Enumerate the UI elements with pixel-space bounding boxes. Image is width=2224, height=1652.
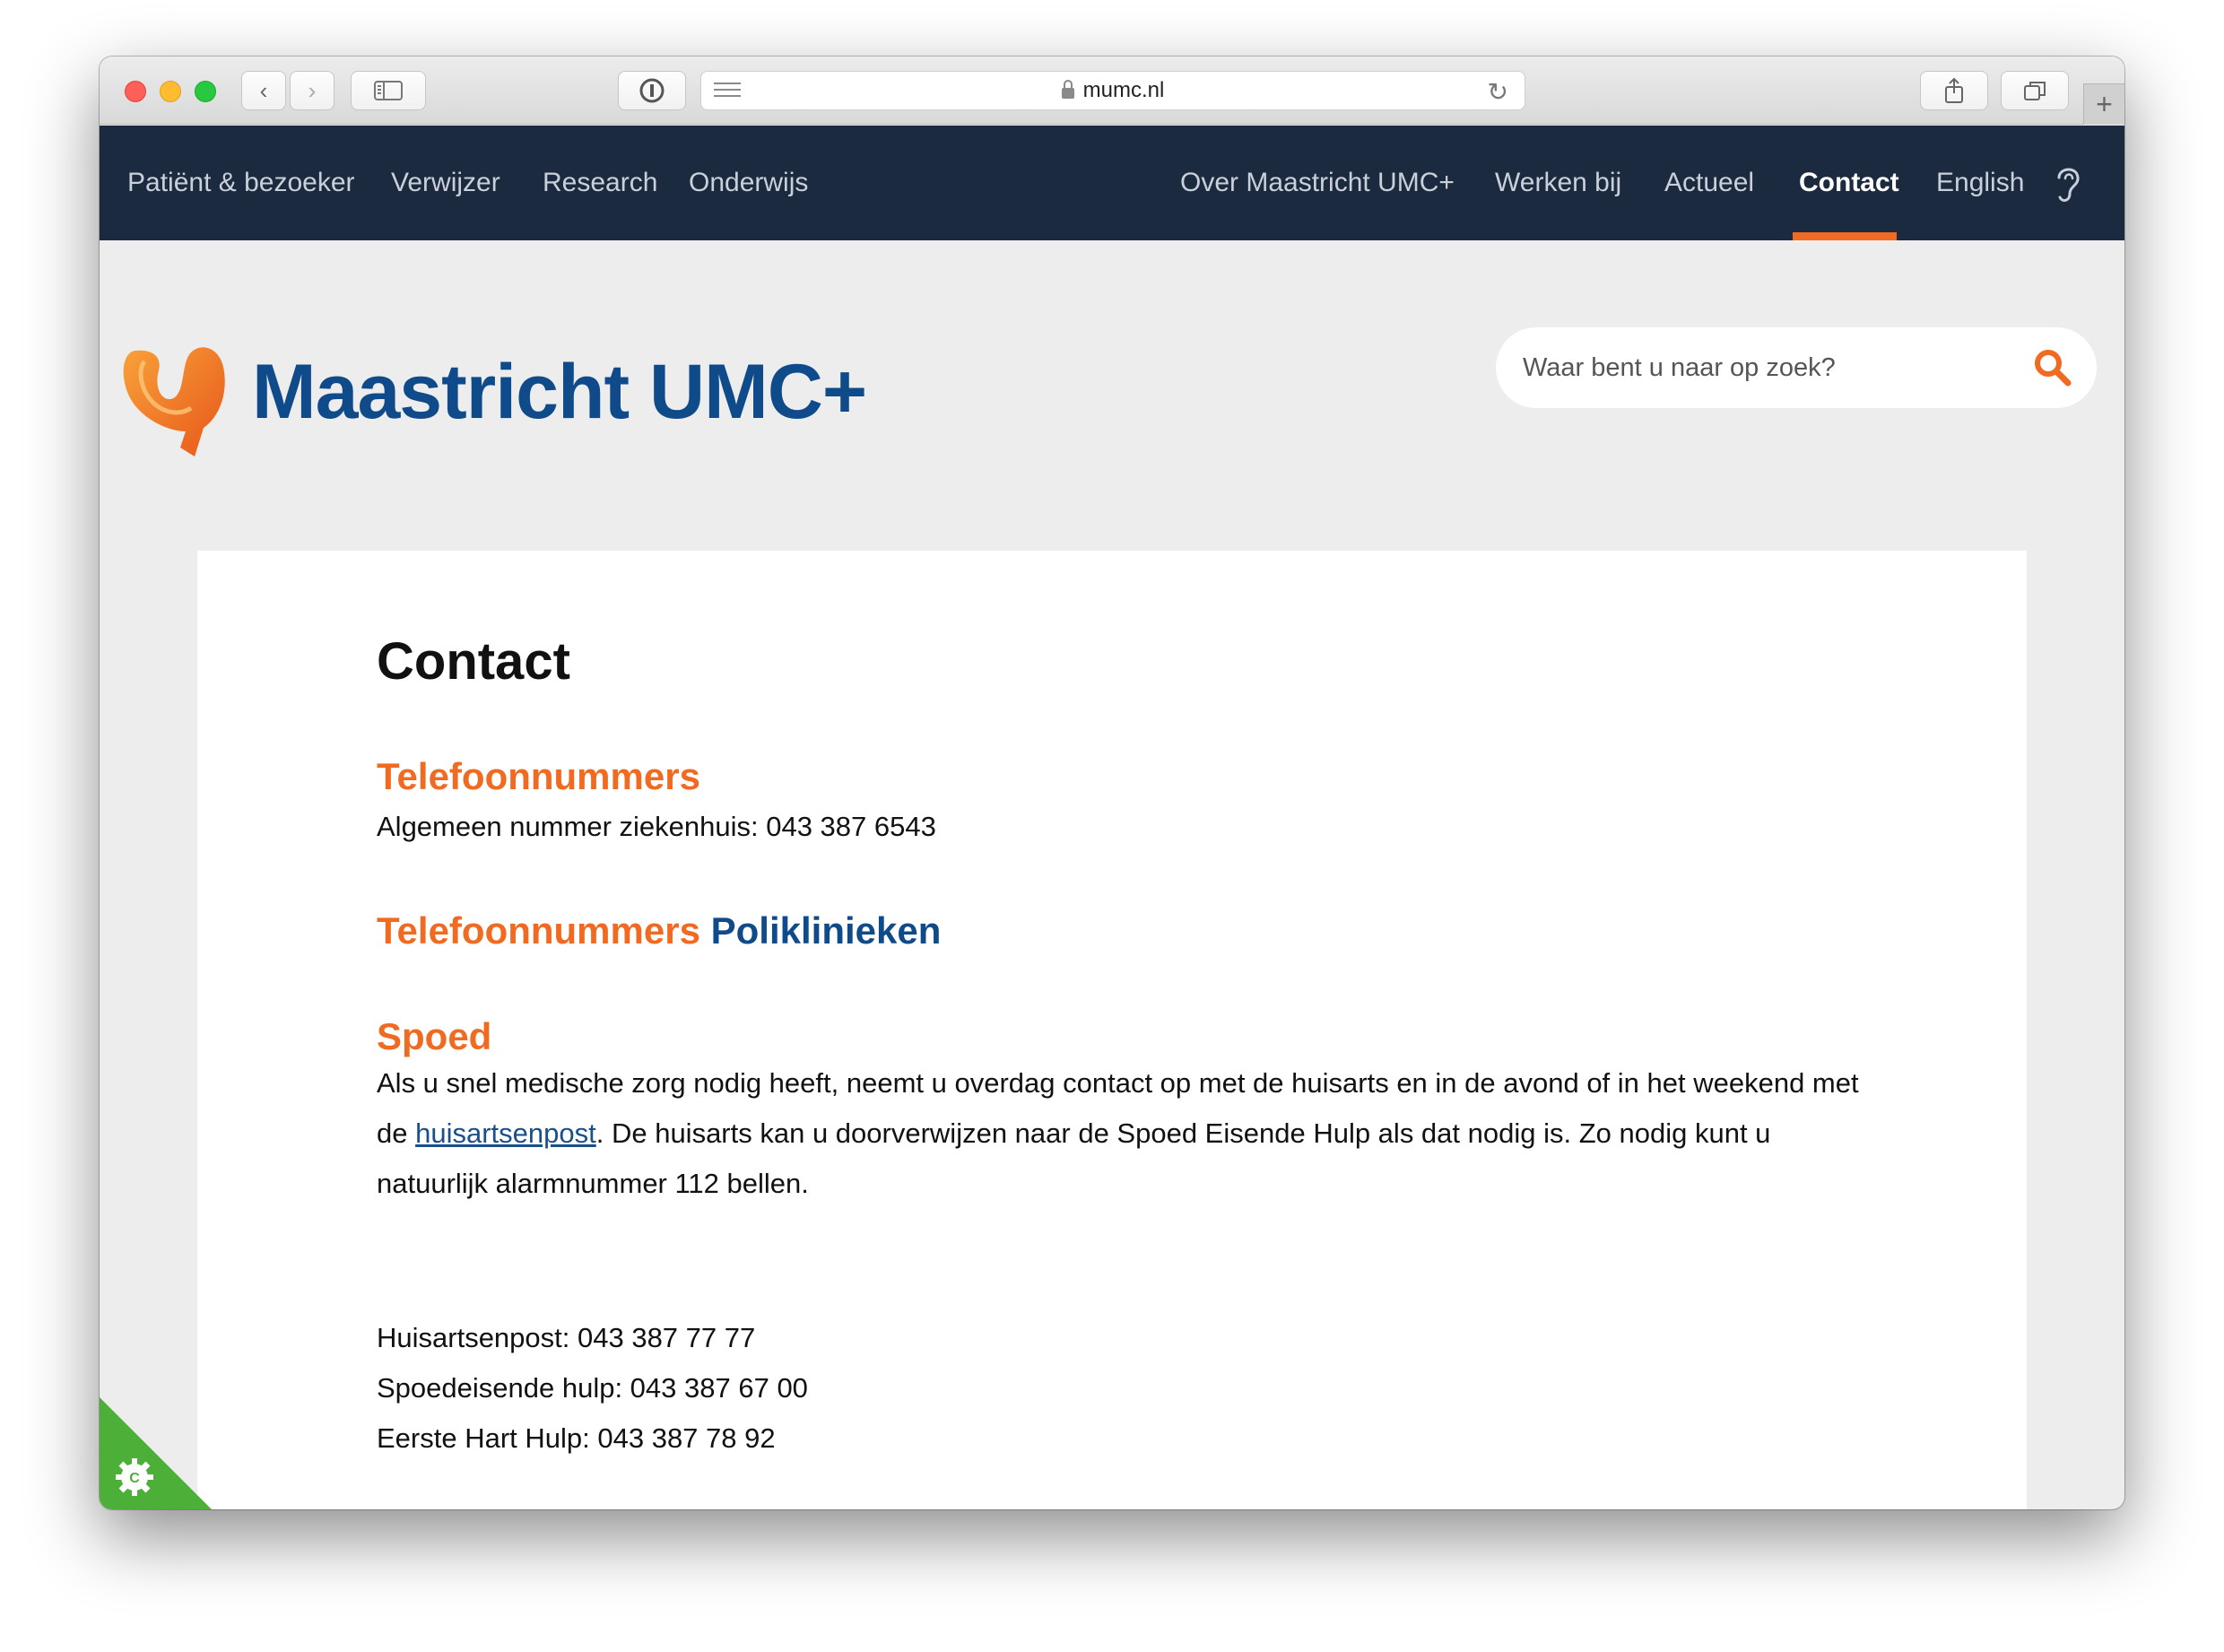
svg-text:C: C: [129, 1471, 140, 1486]
password-manager-icon: [639, 78, 665, 103]
search-icon[interactable]: [2032, 347, 2073, 388]
cookie-settings-button[interactable]: C: [100, 1397, 213, 1509]
nav-item-onderwijs[interactable]: Onderwijs: [689, 126, 808, 240]
chevron-right-icon: ›: [308, 76, 317, 104]
sidebar-icon: [374, 81, 403, 100]
browser-window: ‹ › mumc.nl ↻ + Patiënt & bezoeker Verwi…: [100, 57, 2124, 1509]
heading-spoed: Spoed: [377, 1015, 492, 1057]
site-navigation: Patiënt & bezoeker Verwijzer Research On…: [100, 126, 2124, 240]
nav-item-english[interactable]: English: [1936, 126, 2024, 240]
spoedeisende-hulp-number: Spoedeisende hulp: 043 387 67 00: [377, 1372, 808, 1404]
share-button[interactable]: [1920, 71, 1988, 110]
address-bar[interactable]: mumc.nl ↻: [700, 71, 1525, 110]
nav-item-over[interactable]: Over Maastricht UMC+: [1180, 126, 1455, 240]
heading-poliklinieken-orange: Telefoonnummers: [377, 909, 700, 952]
tab-overview-button[interactable]: [2001, 71, 2069, 110]
spoed-paragraph: Als u snel medische zorg nodig heeft, ne…: [377, 1058, 1883, 1209]
forward-button[interactable]: ›: [290, 71, 334, 110]
search-input[interactable]: Waar bent u naar op zoek?: [1496, 327, 2097, 408]
eerste-hart-hulp-number: Eerste Hart Hulp: 043 387 78 92: [377, 1422, 776, 1454]
content-card: Contact Telefoonnummers Algemeen nummer …: [197, 551, 2027, 1509]
lock-icon: [1061, 80, 1074, 99]
huisartsenpost-link[interactable]: huisartsenpost: [415, 1117, 596, 1149]
zoom-window-button[interactable]: [195, 81, 216, 102]
share-icon: [1945, 77, 1963, 103]
nav-item-patient[interactable]: Patiënt & bezoeker: [127, 126, 355, 240]
nav-item-actueel[interactable]: Actueel: [1664, 126, 1754, 240]
heading-poliklinieken: Telefoonnummers Poliklinieken: [377, 909, 941, 952]
logo-wordmark[interactable]: Maastricht UMC+: [252, 348, 867, 437]
new-tab-button[interactable]: +: [2083, 83, 2124, 125]
mumc-logo-icon[interactable]: [117, 335, 234, 460]
active-nav-indicator: [1793, 232, 1897, 240]
page-title: Contact: [377, 632, 570, 691]
poliklinieken-link[interactable]: Poliklinieken: [711, 909, 942, 952]
password-manager-button[interactable]: [618, 71, 686, 110]
reader-view-icon[interactable]: [714, 83, 741, 101]
nav-item-verwijzer[interactable]: Verwijzer: [391, 126, 500, 240]
reload-icon[interactable]: ↻: [1488, 77, 1508, 107]
back-button[interactable]: ‹: [241, 71, 286, 110]
nav-item-research[interactable]: Research: [543, 126, 657, 240]
cookie-gear-icon: C: [116, 1458, 153, 1496]
tabs-icon: [2024, 82, 2046, 100]
chevron-left-icon: ‹: [259, 76, 268, 104]
plus-icon: +: [2096, 88, 2113, 120]
close-window-button[interactable]: [125, 81, 146, 102]
nav-item-contact[interactable]: Contact: [1799, 126, 1899, 240]
ear-icon[interactable]: [2050, 161, 2086, 206]
browser-toolbar: ‹ › mumc.nl ↻ +: [100, 57, 2124, 125]
search-placeholder: Waar bent u naar op zoek?: [1523, 352, 1836, 382]
nav-item-werken-bij[interactable]: Werken bij: [1495, 126, 1621, 240]
address-url: mumc.nl: [1082, 78, 1165, 102]
heading-telefoonnummers: Telefoonnummers: [377, 755, 700, 797]
huisartsenpost-number: Huisartsenpost: 043 387 77 77: [377, 1322, 756, 1353]
general-phone-number: Algemeen nummer ziekenhuis: 043 387 6543: [377, 811, 936, 842]
sidebar-toggle-button[interactable]: [351, 71, 426, 110]
minimize-window-button[interactable]: [160, 81, 181, 102]
